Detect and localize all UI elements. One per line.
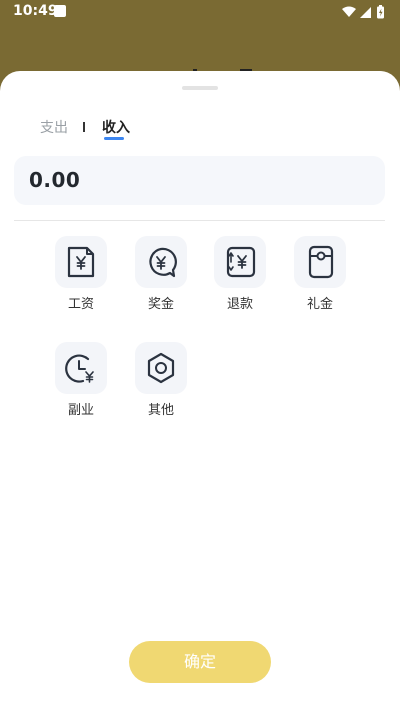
battery-charging-icon <box>377 5 384 19</box>
type-tabs: 支出 收入 <box>0 115 400 145</box>
wifi-icon <box>342 6 356 17</box>
active-tab-indicator <box>104 137 124 140</box>
tab-income[interactable]: 收入 <box>102 117 130 137</box>
status-time: 10:49 <box>13 3 58 19</box>
other-hexagon-icon <box>135 342 187 394</box>
refund-icon <box>214 236 266 288</box>
category-bonus[interactable]: 奖金 <box>130 236 190 316</box>
status-icons <box>342 5 384 19</box>
category-label: 奖金 <box>147 297 174 312</box>
divider <box>14 220 385 221</box>
category-label: 退款 <box>226 297 253 312</box>
amount-value: 0.00 <box>29 168 81 192</box>
category-label: 其他 <box>147 403 174 418</box>
category-other[interactable]: 其他 <box>130 342 190 422</box>
bottom-sheet: 支出 收入 0.00 工资 奖金 退款 礼金 副业 其他 确定 <box>0 71 400 712</box>
amount-input[interactable]: 0.00 <box>14 156 385 205</box>
bonus-coin-bubble-icon <box>135 236 187 288</box>
side-business-clock-icon <box>55 342 107 394</box>
confirm-button[interactable]: 确定 <box>129 641 271 683</box>
category-salary[interactable]: 工资 <box>50 236 110 316</box>
gift-money-icon <box>294 236 346 288</box>
status-bar: 10:49 <box>0 0 400 24</box>
category-side-business[interactable]: 副业 <box>50 342 110 422</box>
category-gift-money[interactable]: 礼金 <box>289 236 349 316</box>
category-label: 礼金 <box>306 297 333 312</box>
salary-document-icon <box>55 236 107 288</box>
category-label: 工资 <box>67 297 94 312</box>
cell-signal-icon <box>360 7 371 18</box>
tab-divider <box>83 122 85 132</box>
tab-expense[interactable]: 支出 <box>40 117 68 137</box>
notification-icon <box>54 5 66 17</box>
category-label: 副业 <box>67 403 94 418</box>
sheet-drag-handle[interactable] <box>182 86 218 90</box>
category-refund[interactable]: 退款 <box>209 236 269 316</box>
